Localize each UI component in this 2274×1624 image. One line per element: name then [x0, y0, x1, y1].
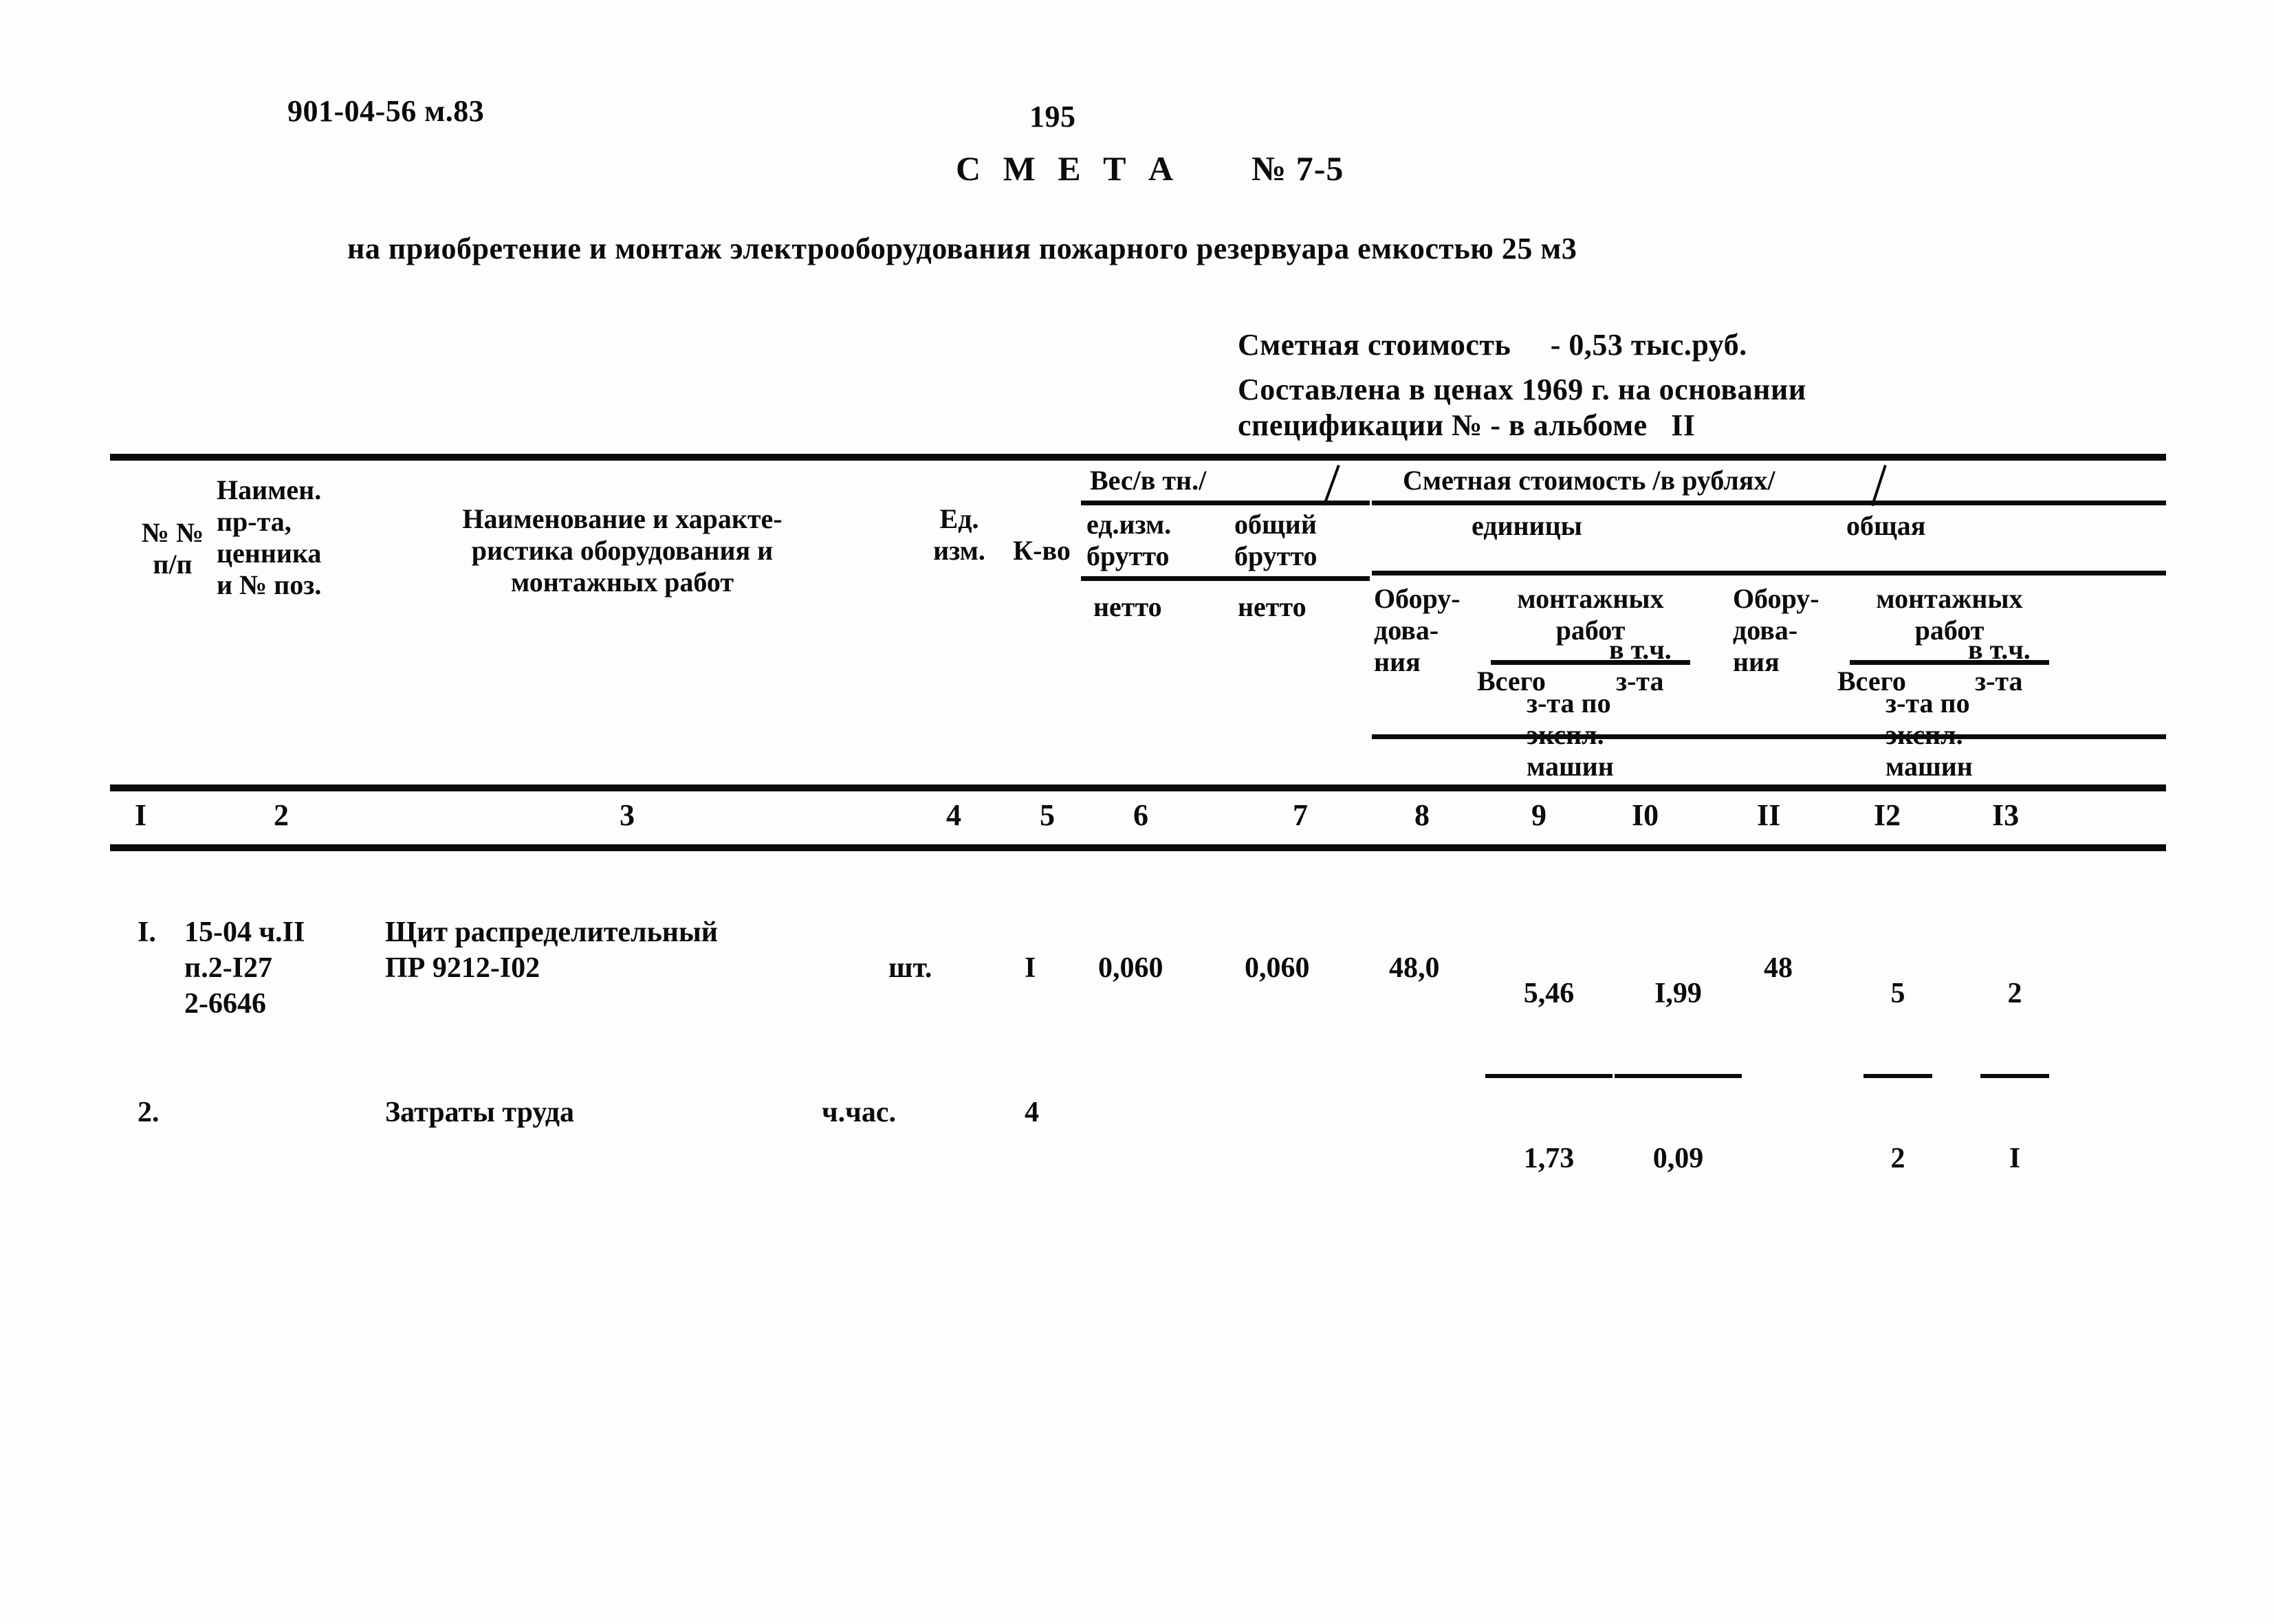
- header-unit-group: единицы: [1472, 510, 1582, 541]
- header-col-8: Обору- дова- ния: [1374, 583, 1461, 677]
- document-subtitle: на приобретение и монтаж электрооборудов…: [347, 232, 1577, 265]
- row-1-install-total-mach-num: 2: [2007, 978, 2022, 1009]
- column-number-row-border: [110, 844, 2166, 851]
- column-number-5: 5: [1040, 798, 1055, 832]
- row-1-name: Щит распределительный ПР 9212-I02: [385, 917, 718, 984]
- header-col-9-10-footer: з-та по экспл. машин: [1527, 688, 1614, 782]
- table-top-border: [110, 454, 2166, 461]
- page-title: С М Е Т А: [956, 149, 1181, 188]
- column-number-3: 3: [620, 798, 635, 832]
- row-1-install-unit-mach-fraction: I,99 0,09: [1615, 914, 1742, 1238]
- column-number-13: I3: [1992, 798, 2020, 832]
- header-col-12-13-footer: з-та по экспл. машин: [1885, 688, 1973, 782]
- column-number-10: I0: [1632, 798, 1659, 832]
- header-col-7-bottom: брутто: [1234, 540, 1318, 571]
- row-1-weight-total: 0,060: [1245, 952, 1310, 984]
- row-2-unit: ч.час.: [822, 1097, 897, 1128]
- fraction-bar: [1485, 1074, 1612, 1078]
- header-col-6-bottom: брутто: [1086, 540, 1170, 571]
- row-1-install-unit-total: 5,46: [1523, 978, 1575, 1009]
- header-col-7-net: нетто: [1238, 591, 1307, 622]
- estimate-cost-line: Сметная стоимость - 0,53 тыс.руб.: [1238, 328, 1747, 362]
- row-1-install-total-wages: 2: [1890, 1143, 1905, 1174]
- column-number-6: 6: [1133, 798, 1148, 832]
- header-col-7-top: общий: [1234, 509, 1317, 540]
- row-1-cost-equipment-total: 48: [1764, 952, 1793, 984]
- row-1-install-unit-mach-num: I,99: [1654, 978, 1702, 1009]
- table-header-bottom-border: [110, 784, 2166, 791]
- unit-total-underline: [1372, 571, 2166, 575]
- header-weight-group: Вес/в тн./: [1090, 465, 1207, 496]
- header-col-6-top: ед.изм.: [1086, 509, 1172, 540]
- row-1-qty: I: [1025, 952, 1036, 984]
- fraction-bar: [1615, 1074, 1742, 1078]
- column-number-2: 2: [274, 798, 289, 832]
- header-col-3: Наименование и характе- ристика оборудов…: [462, 503, 783, 597]
- header-cost-group: Сметная стоимость /в рублях/: [1403, 465, 1775, 496]
- weight-slash: [1322, 465, 1340, 506]
- row-1-price-ref: 15-04 ч.II п.2-I27 2-6646: [184, 917, 305, 1020]
- row-1-install-total-total: 5: [1890, 978, 1905, 1009]
- row-1-install-unit-wages: 1,73: [1523, 1143, 1575, 1174]
- cost-group-underline: [1372, 501, 2166, 505]
- document-code: 901-04-56 м.83: [287, 94, 485, 128]
- column-number-1: I: [135, 798, 147, 832]
- header-col-6-net: нетто: [1093, 591, 1162, 622]
- row-1-install-total-mach-fraction: 2 I: [1980, 914, 2049, 1238]
- row-1-cost-equipment-unit: 48,0: [1389, 952, 1440, 984]
- page-number: 195: [1029, 100, 1076, 133]
- row-1-install-total-mach-den: I: [2009, 1143, 2021, 1174]
- column-number-11: II: [1757, 798, 1781, 832]
- column-number-8: 8: [1414, 798, 1430, 832]
- row-1-install-unit-mach-den: 0,09: [1652, 1143, 1704, 1174]
- brutto-underline: [1081, 576, 1370, 581]
- header-total-group: общая: [1846, 510, 1926, 541]
- basis-line-1: Составлена в ценах 1969 г. на основании: [1238, 373, 1806, 406]
- fraction-bar: [1863, 1074, 1932, 1078]
- basis-line-2: спецификации № - в альбоме II: [1238, 408, 1696, 442]
- header-col-10-a: в т.ч.: [1609, 634, 1672, 665]
- row-1-install-unit-fraction: 5,46 1,73: [1485, 914, 1612, 1238]
- row-2-qty: 4: [1025, 1097, 1039, 1128]
- header-col-2: Наимен. пр-та, ценника и № поз.: [217, 474, 322, 600]
- row-1-install-total-fraction: 5 2: [1863, 914, 1932, 1238]
- column-number-4: 4: [946, 798, 961, 832]
- column-number-12: I2: [1874, 798, 1901, 832]
- column-number-9: 9: [1531, 798, 1546, 832]
- header-col-13-a: в т.ч.: [1968, 634, 2031, 665]
- header-col-4: Ед. изм.: [933, 503, 985, 566]
- header-col-11: Обору- дова- ния: [1733, 583, 1819, 677]
- row-1-weight-unit: 0,060: [1098, 952, 1163, 984]
- column-number-7: 7: [1293, 798, 1308, 832]
- row-1-unit: шт.: [888, 952, 932, 984]
- header-col-5: К-во: [1013, 535, 1071, 566]
- fraction-bar: [1980, 1074, 2049, 1078]
- row-2-name: Затраты труда: [385, 1097, 574, 1128]
- row-1-num: I.: [138, 917, 156, 948]
- page-title-number: № 7-5: [1251, 149, 1344, 188]
- document-page: 901-04-56 м.83 195 С М Е Т А № 7-5 на пр…: [0, 0, 2274, 1624]
- header-col-1: № № п/п: [141, 517, 204, 580]
- row-2-num: 2.: [138, 1097, 160, 1128]
